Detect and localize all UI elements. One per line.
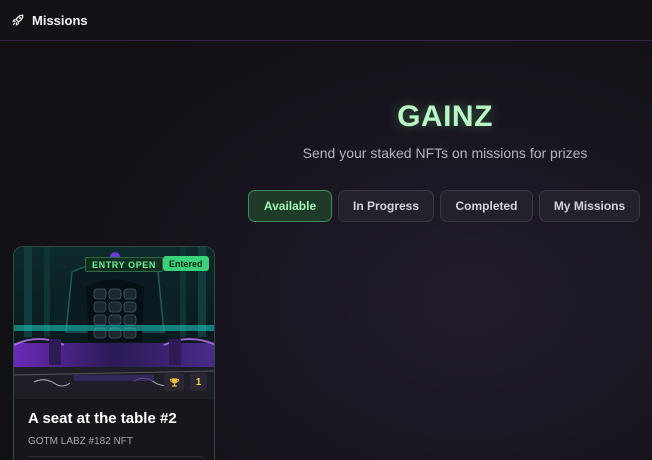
tab-my-missions[interactable]: My Missions	[539, 190, 640, 222]
rocket-icon	[11, 13, 25, 27]
prize-count: 1	[190, 373, 207, 391]
tab-in-progress[interactable]: In Progress	[338, 190, 434, 222]
tab-completed[interactable]: Completed	[440, 190, 533, 222]
mission-title: A seat at the table #2	[28, 410, 177, 427]
divider	[28, 456, 202, 457]
mission-card[interactable]: ENTRY OPEN Entered 1 A seat at the table…	[13, 246, 215, 460]
mission-tabs: Available In Progress Completed My Missi…	[248, 190, 640, 222]
entered-badge: Entered	[163, 256, 209, 271]
tab-available[interactable]: Available	[248, 190, 332, 222]
entry-open-badge: ENTRY OPEN	[85, 257, 164, 272]
page-title: Missions	[32, 12, 88, 28]
trophy-icon	[164, 373, 184, 391]
hero-title: GAINZ	[397, 100, 493, 133]
hero-subtitle: Send your staked NFTs on missions for pr…	[302, 145, 588, 161]
mission-subtitle: GOTM LABZ #182 NFT	[28, 436, 134, 447]
top-bar: Missions	[0, 0, 652, 41]
